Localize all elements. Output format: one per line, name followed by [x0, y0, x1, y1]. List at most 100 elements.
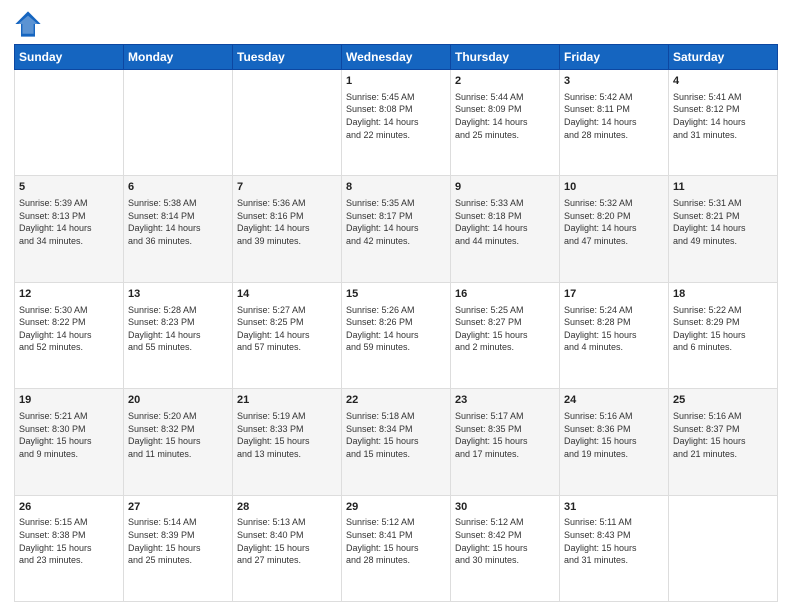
day-info: Sunrise: 5:39 AM Sunset: 8:13 PM Dayligh…: [19, 197, 119, 247]
header-row: SundayMondayTuesdayWednesdayThursdayFrid…: [15, 45, 778, 70]
day-info: Sunrise: 5:15 AM Sunset: 8:38 PM Dayligh…: [19, 516, 119, 566]
day-info: Sunrise: 5:22 AM Sunset: 8:29 PM Dayligh…: [673, 304, 773, 354]
day-info: Sunrise: 5:13 AM Sunset: 8:40 PM Dayligh…: [237, 516, 337, 566]
calendar-cell: 4 Sunrise: 5:41 AM Sunset: 8:12 PM Daylig…: [669, 70, 778, 176]
day-number: 26: [19, 500, 119, 515]
day-number: 1: [346, 74, 446, 89]
day-info: Sunrise: 5:42 AM Sunset: 8:11 PM Dayligh…: [564, 91, 664, 141]
day-info: Sunrise: 5:25 AM Sunset: 8:27 PM Dayligh…: [455, 304, 555, 354]
calendar-cell: 5Sunrise: 5:39 AM Sunset: 8:13 PM Daylig…: [15, 176, 124, 282]
day-info: Sunrise: 5:26 AM Sunset: 8:26 PM Dayligh…: [346, 304, 446, 354]
calendar-cell: 17 Sunrise: 5:24 AM Sunset: 8:28 PM Dayli…: [560, 282, 669, 388]
calendar-week-row: 26Sunrise: 5:15 AM Sunset: 8:38 PM Dayli…: [15, 495, 778, 601]
header: [14, 10, 778, 38]
day-number: 15: [346, 287, 446, 302]
calendar-cell: 9 Sunrise: 5:33 AM Sunset: 8:18 PM Daylig…: [451, 176, 560, 282]
calendar-cell: 27Sunrise: 5:14 AM Sunset: 8:39 PM Dayli…: [124, 495, 233, 601]
weekday-header: Saturday: [669, 45, 778, 70]
day-info: Sunrise: 5:33 AM Sunset: 8:18 PM Dayligh…: [455, 197, 555, 247]
day-number: 8: [346, 180, 446, 195]
calendar-cell: 18 Sunrise: 5:22 AM Sunset: 8:29 PM Dayli…: [669, 282, 778, 388]
weekday-header: Thursday: [451, 45, 560, 70]
day-number: 21: [237, 393, 337, 408]
calendar-cell: 8Sunrise: 5:35 AM Sunset: 8:17 PM Daylig…: [342, 176, 451, 282]
day-info: Sunrise: 5:36 AM Sunset: 8:16 PM Dayligh…: [237, 197, 337, 247]
calendar-week-row: 1 Sunrise: 5:45 AM Sunset: 8:08 PM Daylig…: [15, 70, 778, 176]
day-number: 7: [237, 180, 337, 195]
day-info: Sunrise: 5:14 AM Sunset: 8:39 PM Dayligh…: [128, 516, 228, 566]
day-number: 9: [455, 180, 555, 195]
day-number: 4: [673, 74, 773, 89]
day-info: Sunrise: 5:24 AM Sunset: 8:28 PM Dayligh…: [564, 304, 664, 354]
calendar-cell: 23 Sunrise: 5:17 AM Sunset: 8:35 PM Dayli…: [451, 389, 560, 495]
day-number: 25: [673, 393, 773, 408]
weekday-header: Wednesday: [342, 45, 451, 70]
day-number: 13: [128, 287, 228, 302]
day-number: 23: [455, 393, 555, 408]
logo-icon: [14, 10, 42, 38]
day-number: 18: [673, 287, 773, 302]
day-info: Sunrise: 5:16 AM Sunset: 8:36 PM Dayligh…: [564, 410, 664, 460]
day-info: Sunrise: 5:38 AM Sunset: 8:14 PM Dayligh…: [128, 197, 228, 247]
calendar-cell: [669, 495, 778, 601]
calendar-cell: 13Sunrise: 5:28 AM Sunset: 8:23 PM Dayli…: [124, 282, 233, 388]
calendar-cell: 28Sunrise: 5:13 AM Sunset: 8:40 PM Dayli…: [233, 495, 342, 601]
weekday-header: Tuesday: [233, 45, 342, 70]
calendar-cell: 16 Sunrise: 5:25 AM Sunset: 8:27 PM Dayli…: [451, 282, 560, 388]
day-info: Sunrise: 5:11 AM Sunset: 8:43 PM Dayligh…: [564, 516, 664, 566]
day-number: 24: [564, 393, 664, 408]
day-info: Sunrise: 5:17 AM Sunset: 8:35 PM Dayligh…: [455, 410, 555, 460]
day-info: Sunrise: 5:20 AM Sunset: 8:32 PM Dayligh…: [128, 410, 228, 460]
day-number: 31: [564, 500, 664, 515]
calendar-cell: 1 Sunrise: 5:45 AM Sunset: 8:08 PM Daylig…: [342, 70, 451, 176]
day-number: 10: [564, 180, 664, 195]
day-number: 20: [128, 393, 228, 408]
day-number: 19: [19, 393, 119, 408]
calendar-week-row: 19 Sunrise: 5:21 AM Sunset: 8:30 PM Dayli…: [15, 389, 778, 495]
calendar-cell: 31Sunrise: 5:11 AM Sunset: 8:43 PM Dayli…: [560, 495, 669, 601]
day-number: 30: [455, 500, 555, 515]
day-info: Sunrise: 5:41 AM Sunset: 8:12 PM Dayligh…: [673, 91, 773, 141]
day-number: 2: [455, 74, 555, 89]
calendar-cell: 24 Sunrise: 5:16 AM Sunset: 8:36 PM Dayli…: [560, 389, 669, 495]
day-info: Sunrise: 5:19 AM Sunset: 8:33 PM Dayligh…: [237, 410, 337, 460]
day-info: Sunrise: 5:12 AM Sunset: 8:41 PM Dayligh…: [346, 516, 446, 566]
calendar-cell: 14 Sunrise: 5:27 AM Sunset: 8:25 PM Dayli…: [233, 282, 342, 388]
calendar-cell: [124, 70, 233, 176]
calendar-week-row: 5Sunrise: 5:39 AM Sunset: 8:13 PM Daylig…: [15, 176, 778, 282]
day-number: 16: [455, 287, 555, 302]
day-info: Sunrise: 5:27 AM Sunset: 8:25 PM Dayligh…: [237, 304, 337, 354]
day-number: 28: [237, 500, 337, 515]
weekday-header: Sunday: [15, 45, 124, 70]
day-info: Sunrise: 5:32 AM Sunset: 8:20 PM Dayligh…: [564, 197, 664, 247]
calendar-cell: 3 Sunrise: 5:42 AM Sunset: 8:11 PM Daylig…: [560, 70, 669, 176]
calendar-cell: [233, 70, 342, 176]
day-info: Sunrise: 5:12 AM Sunset: 8:42 PM Dayligh…: [455, 516, 555, 566]
day-number: 14: [237, 287, 337, 302]
calendar-table: SundayMondayTuesdayWednesdayThursdayFrid…: [14, 44, 778, 602]
day-info: Sunrise: 5:30 AM Sunset: 8:22 PM Dayligh…: [19, 304, 119, 354]
calendar-cell: 30Sunrise: 5:12 AM Sunset: 8:42 PM Dayli…: [451, 495, 560, 601]
calendar-cell: 25 Sunrise: 5:16 AM Sunset: 8:37 PM Dayli…: [669, 389, 778, 495]
calendar-cell: 10 Sunrise: 5:32 AM Sunset: 8:20 PM Dayli…: [560, 176, 669, 282]
day-number: 12: [19, 287, 119, 302]
calendar-cell: 26Sunrise: 5:15 AM Sunset: 8:38 PM Dayli…: [15, 495, 124, 601]
weekday-header: Monday: [124, 45, 233, 70]
day-number: 11: [673, 180, 773, 195]
day-number: 3: [564, 74, 664, 89]
day-number: 17: [564, 287, 664, 302]
calendar-cell: 7 Sunrise: 5:36 AM Sunset: 8:16 PM Daylig…: [233, 176, 342, 282]
day-info: Sunrise: 5:16 AM Sunset: 8:37 PM Dayligh…: [673, 410, 773, 460]
day-info: Sunrise: 5:21 AM Sunset: 8:30 PM Dayligh…: [19, 410, 119, 460]
day-info: Sunrise: 5:45 AM Sunset: 8:08 PM Dayligh…: [346, 91, 446, 141]
day-info: Sunrise: 5:18 AM Sunset: 8:34 PM Dayligh…: [346, 410, 446, 460]
calendar-cell: 11 Sunrise: 5:31 AM Sunset: 8:21 PM Dayli…: [669, 176, 778, 282]
day-number: 22: [346, 393, 446, 408]
calendar-cell: 19 Sunrise: 5:21 AM Sunset: 8:30 PM Dayli…: [15, 389, 124, 495]
calendar-cell: 22 Sunrise: 5:18 AM Sunset: 8:34 PM Dayli…: [342, 389, 451, 495]
day-number: 29: [346, 500, 446, 515]
calendar-cell: 29Sunrise: 5:12 AM Sunset: 8:41 PM Dayli…: [342, 495, 451, 601]
calendar-week-row: 12 Sunrise: 5:30 AM Sunset: 8:22 PM Dayli…: [15, 282, 778, 388]
calendar-cell: 12 Sunrise: 5:30 AM Sunset: 8:22 PM Dayli…: [15, 282, 124, 388]
day-info: Sunrise: 5:31 AM Sunset: 8:21 PM Dayligh…: [673, 197, 773, 247]
